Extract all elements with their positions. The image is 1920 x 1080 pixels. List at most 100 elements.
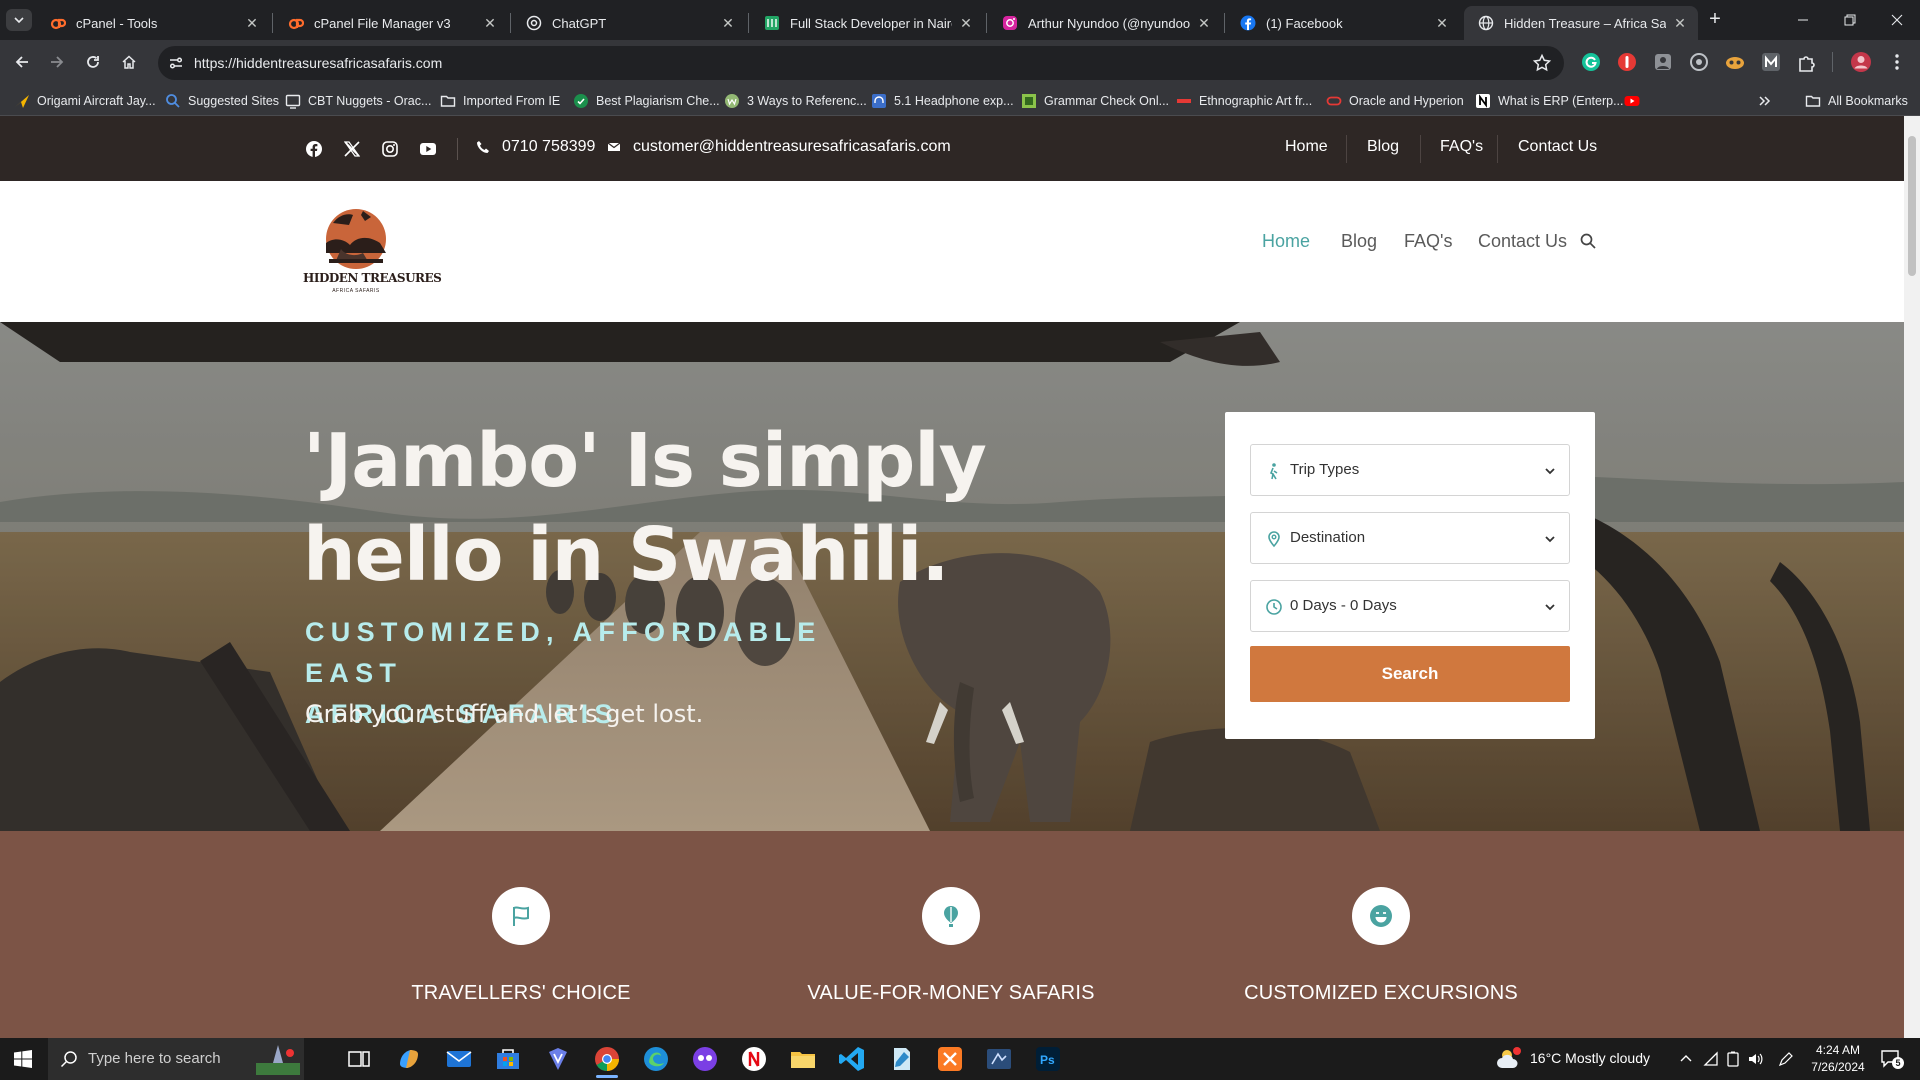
forward-button[interactable] [44, 49, 70, 75]
clock[interactable]: 4:24 AM 7/26/2024 [1808, 1042, 1868, 1076]
plagiarism-icon [573, 93, 589, 109]
bookmark-item[interactable]: 3 Ways to Referenc... [724, 91, 867, 111]
trip-types-select[interactable]: Trip Types [1250, 444, 1570, 496]
bookmarks-overflow-button[interactable] [1757, 91, 1780, 111]
browser-tab-active[interactable]: Hidden Treasure – Africa Safari ✕ [1464, 6, 1698, 40]
search-button[interactable]: Search [1250, 646, 1570, 702]
topnav-contact[interactable]: Contact Us [1518, 138, 1597, 156]
youtube-icon[interactable] [419, 140, 437, 158]
bookmark-item[interactable]: Oracle and Hyperion [1326, 91, 1464, 111]
destination-select[interactable]: Destination [1250, 512, 1570, 564]
bookmark-item[interactable]: What is ERP (Enterp... [1475, 91, 1624, 111]
notifications-button[interactable]: 5 [1878, 1048, 1904, 1070]
search-icon[interactable] [1580, 233, 1596, 249]
close-icon[interactable]: ✕ [244, 15, 260, 31]
nav-contact[interactable]: Contact Us [1478, 231, 1567, 252]
home-button[interactable] [116, 49, 142, 75]
xampp-icon[interactable] [935, 1044, 965, 1074]
more-menu-icon[interactable] [1886, 51, 1908, 73]
weather-text[interactable]: 16°C Mostly cloudy [1530, 1050, 1650, 1066]
browser-tab[interactable]: Arthur Nyundoo (@nyundoo_a ✕ [988, 6, 1222, 40]
phone-contact[interactable]: 0710 758399 [476, 138, 595, 156]
extension-m-icon[interactable] [1760, 51, 1782, 73]
close-icon[interactable]: ✕ [958, 15, 974, 31]
windows-start-icon[interactable] [14, 1050, 32, 1068]
address-bar[interactable]: https://hiddentreasuresafricasafaris.com [158, 46, 1564, 80]
mastodon-like-icon[interactable] [690, 1044, 720, 1074]
chrome-icon[interactable] [592, 1044, 622, 1078]
bookmark-item[interactable]: Suggested Sites [165, 91, 279, 111]
duration-select[interactable]: 0 Days - 0 Days [1250, 580, 1570, 632]
battery-icon[interactable] [1725, 1051, 1741, 1067]
profile-avatar-icon[interactable] [1850, 51, 1872, 73]
close-icon[interactable]: ✕ [1434, 15, 1450, 31]
close-icon[interactable]: ✕ [720, 15, 736, 31]
browser-tab[interactable]: cPanel - Tools ✕ [36, 6, 270, 40]
close-icon[interactable]: ✕ [1196, 15, 1212, 31]
task-view-icon[interactable] [344, 1044, 374, 1074]
bookmark-item[interactable]: Grammar Check Onl... [1021, 91, 1169, 111]
bookmark-item[interactable]: 5.1 Headphone exp... [871, 91, 1014, 111]
instagram-icon[interactable] [381, 140, 399, 158]
nav-home[interactable]: Home [1262, 231, 1310, 252]
site-logo[interactable]: HIDDEN TREASURES AFRICA SAFARIS [303, 203, 442, 301]
topnav-faqs[interactable]: FAQ's [1440, 138, 1483, 156]
browser-tab[interactable]: cPanel File Manager v3 ✕ [274, 6, 508, 40]
netflix-like-icon[interactable] [739, 1044, 769, 1074]
copilot-icon[interactable] [394, 1044, 424, 1074]
bookmark-item[interactable]: Origami Aircraft Jay... [14, 91, 156, 111]
extension-red-icon[interactable] [1616, 51, 1638, 73]
bookmark-item[interactable]: CBT Nuggets - Orac... [285, 91, 431, 111]
pen-icon[interactable] [1778, 1051, 1794, 1067]
nav-faqs[interactable]: FAQ's [1404, 231, 1452, 252]
bookmark-item[interactable]: Ethnographic Art fr... [1176, 91, 1312, 111]
vscode-icon[interactable] [837, 1044, 867, 1074]
scrollbar-thumb[interactable] [1908, 136, 1916, 276]
browser-tab[interactable]: ChatGPT ✕ [512, 6, 746, 40]
all-bookmarks-button[interactable]: All Bookmarks [1805, 91, 1908, 111]
site-settings-icon[interactable] [166, 53, 186, 73]
mail-icon[interactable] [444, 1044, 474, 1074]
browser-tab[interactable]: (1) Facebook ✕ [1226, 6, 1460, 40]
close-icon[interactable]: ✕ [482, 15, 498, 31]
star-icon[interactable] [1532, 53, 1552, 73]
close-window-button[interactable] [1874, 0, 1920, 40]
minimize-button[interactable] [1780, 0, 1826, 40]
sql-server-icon[interactable] [984, 1044, 1014, 1074]
restore-button[interactable] [1827, 0, 1873, 40]
close-icon[interactable]: ✕ [1672, 15, 1688, 31]
photoshop-icon[interactable]: Ps [1033, 1044, 1063, 1074]
x-twitter-icon[interactable] [343, 140, 361, 158]
chevron-down-icon [13, 14, 25, 26]
extension-portrait-icon[interactable] [1652, 51, 1674, 73]
bookmark-item[interactable]: Imported From IE [440, 91, 560, 111]
extension-target-icon[interactable] [1688, 51, 1710, 73]
weather-icon[interactable] [1496, 1046, 1524, 1072]
chevron-up-icon[interactable] [1679, 1052, 1693, 1066]
taskbar-search-box[interactable]: Type here to search [48, 1038, 304, 1080]
power-automate-icon[interactable] [543, 1044, 573, 1074]
puzzle-icon[interactable] [1796, 51, 1818, 73]
network-icon[interactable] [1703, 1051, 1719, 1067]
email-contact[interactable]: customer@hiddentreasuresafricasafaris.co… [607, 138, 951, 156]
bookmark-item[interactable] [1624, 91, 1647, 111]
nav-blog[interactable]: Blog [1341, 231, 1377, 252]
chevron-down-icon [1543, 532, 1557, 546]
topnav-blog[interactable]: Blog [1367, 138, 1399, 156]
bookmark-item[interactable]: Best Plagiarism Che... [573, 91, 720, 111]
volume-icon[interactable] [1747, 1051, 1763, 1067]
grammarly-icon[interactable] [1580, 51, 1602, 73]
file-explorer-icon[interactable] [788, 1044, 818, 1074]
edge-icon[interactable] [641, 1044, 671, 1074]
browser-tab[interactable]: Full Stack Developer in Nairobi ✕ [750, 6, 984, 40]
reload-button[interactable] [80, 49, 106, 75]
extension-mask-icon[interactable] [1724, 51, 1746, 73]
page-scrollbar[interactable] [1904, 116, 1920, 1038]
tab-search-button[interactable] [6, 9, 32, 31]
facebook-icon[interactable] [305, 140, 323, 158]
new-tab-button[interactable]: + [1704, 9, 1726, 31]
topnav-home[interactable]: Home [1285, 138, 1328, 156]
store-icon[interactable] [493, 1044, 523, 1074]
back-button[interactable] [9, 49, 35, 75]
notepad-icon[interactable] [886, 1044, 916, 1074]
